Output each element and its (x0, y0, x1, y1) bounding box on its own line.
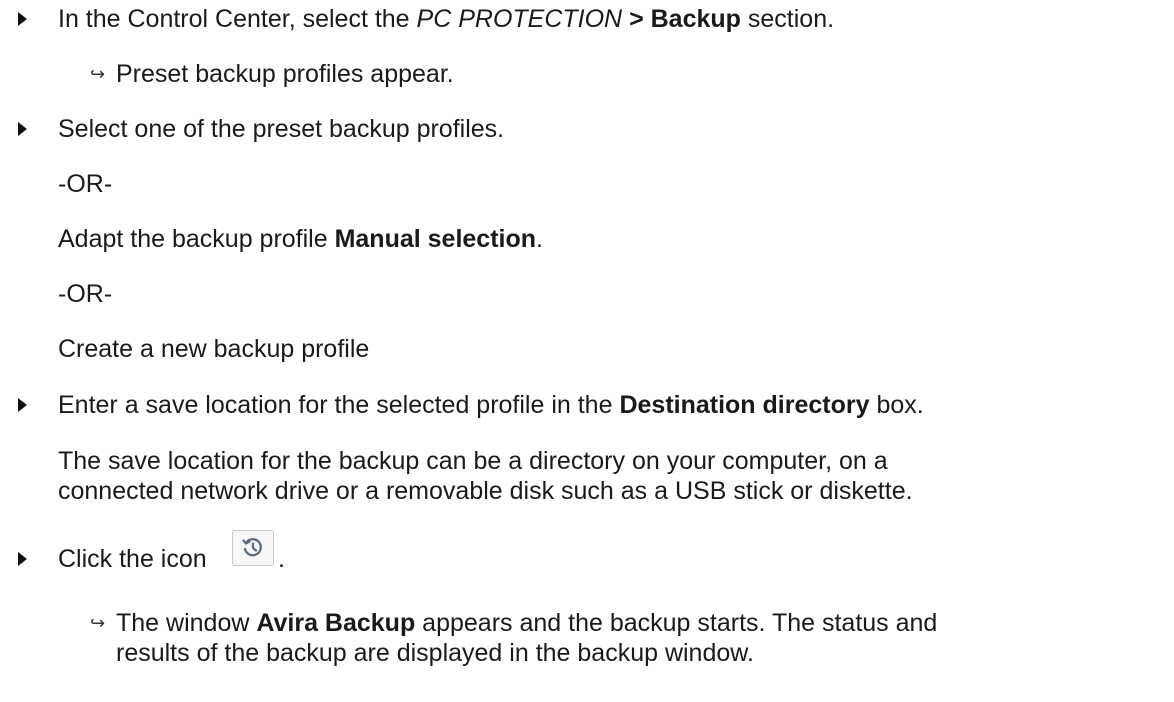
step-text-end: section. (740, 5, 835, 33)
result-arrow-icon: ↪ (90, 64, 106, 85)
or-separator: -OR- (58, 280, 113, 308)
field-destination-directory: Destination directory (619, 391, 870, 419)
note-line: connected network drive or a removable d… (58, 477, 913, 505)
step-click-icon: Click the icon (58, 544, 207, 574)
bullet-icon (18, 398, 27, 412)
step-text: In the Control Center, select the (58, 5, 417, 33)
step-select-backup-section: In the Control Center, select the PC PRO… (58, 4, 834, 34)
step-select-preset-profile: Select one of the preset backup profiles… (58, 115, 505, 143)
menu-path-separator: > (622, 5, 651, 33)
bullet-icon (18, 12, 27, 26)
step-text: Click the icon (58, 545, 207, 573)
backup-history-button[interactable] (232, 530, 274, 566)
option-text-end: . (536, 225, 543, 253)
note-line: The save location for the backup can be … (58, 447, 888, 475)
result-text-end: appears and the backup starts. The statu… (415, 609, 938, 637)
step-click-icon-end: . (278, 545, 285, 573)
or-separator: -OR- (58, 170, 113, 198)
result-line: results of the backup are displayed in t… (116, 639, 754, 667)
bullet-icon (18, 122, 27, 136)
result-profiles-appear: Preset backup profiles appear. (116, 60, 454, 88)
menu-path-backup: Backup (650, 5, 741, 33)
result-arrow-icon: ↪ (90, 613, 106, 634)
option-adapt-profile: Adapt the backup profile Manual selectio… (58, 224, 543, 254)
window-avira-backup: Avira Backup (256, 609, 416, 637)
profile-manual-selection: Manual selection (334, 225, 537, 253)
history-clock-icon (242, 538, 262, 557)
menu-path-pc-protection: PC PROTECTION (416, 5, 623, 33)
bullet-icon (18, 552, 27, 566)
step-text-end: box. (869, 391, 924, 419)
option-text: Adapt the backup profile (58, 225, 335, 253)
result-backup-starts: The window Avira Backup appears and the … (116, 608, 937, 638)
result-text: The window (116, 609, 257, 637)
option-create-profile: Create a new backup profile (58, 335, 370, 363)
step-text: Enter a save location for the selected p… (58, 391, 620, 419)
step-enter-save-location: Enter a save location for the selected p… (58, 390, 924, 420)
